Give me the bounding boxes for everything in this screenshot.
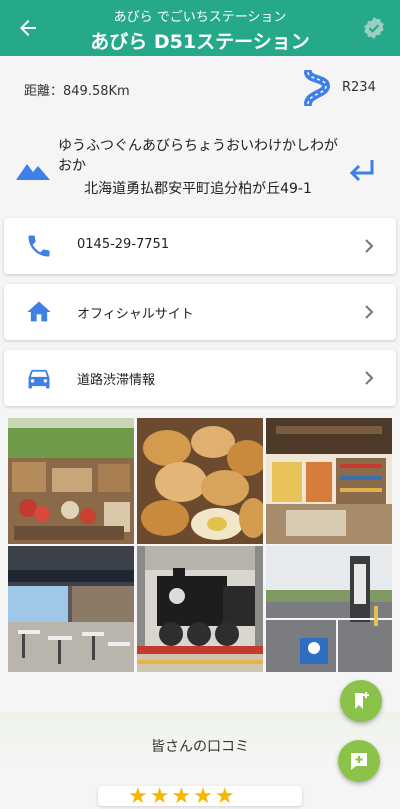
bookmark-add-button[interactable] [340, 680, 382, 722]
road-route-icon [304, 70, 331, 106]
home-icon [27, 301, 51, 322]
chevron-right-icon [365, 371, 374, 385]
photo-parking-lot[interactable] [266, 546, 392, 672]
add-review-button[interactable] [338, 740, 380, 782]
return-arrow-icon[interactable] [348, 158, 376, 184]
verified-badge-icon[interactable] [362, 16, 386, 40]
chevron-right-icon [365, 305, 374, 319]
traffic-info-label: 道路渋滞情報 [77, 373, 156, 388]
phone-card[interactable]: 0145-29-7751 [4, 218, 396, 274]
comment-add-icon [351, 753, 367, 770]
rating-card: ★★★★★ [98, 784, 302, 809]
rating-stars: ★★★★★ [128, 784, 237, 809]
phone-number: 0145-29-7751 [77, 237, 170, 252]
station-subtitle: あびら でごいちステーション [113, 10, 287, 25]
app-bar: あびら でごいちステーション あびら D51ステーション [0, 0, 400, 56]
photo-produce-market[interactable] [8, 418, 134, 544]
station-title: あびら D51ステーション [90, 31, 310, 53]
phone-icon [28, 235, 50, 257]
back-arrow-icon[interactable] [16, 16, 40, 40]
official-site-card[interactable]: オフィシャルサイト [4, 284, 396, 340]
bookmark-add-icon [355, 692, 369, 709]
distance-text: 距離：849.58Km [24, 84, 130, 99]
address-section: ゆうふつぐんあびらちょうおいわけかしわがおか 北海道勇払郡安平町追分柏が丘49-… [0, 130, 400, 210]
mountain-icon [16, 164, 50, 180]
photo-cafe-seating[interactable] [8, 546, 134, 672]
traffic-info-card[interactable]: 道路渋滞情報 [4, 350, 396, 406]
address-text: 北海道勇払郡安平町追分柏が丘49-1 [84, 181, 312, 197]
distance-row: 距離：849.58Km R234 [0, 60, 400, 116]
photo-d51-locomotive[interactable] [137, 546, 263, 672]
chevron-right-icon [365, 239, 374, 253]
route-number: R234 [342, 80, 376, 95]
photo-bakery-pastries[interactable] [137, 418, 263, 544]
car-icon [28, 369, 50, 389]
photo-shop-interior[interactable] [266, 418, 392, 544]
photo-gallery [8, 418, 392, 672]
official-site-label: オフィシャルサイト [77, 307, 194, 322]
address-kana: ゆうふつぐんあびらちょうおいわけかしわがおか [58, 138, 338, 174]
